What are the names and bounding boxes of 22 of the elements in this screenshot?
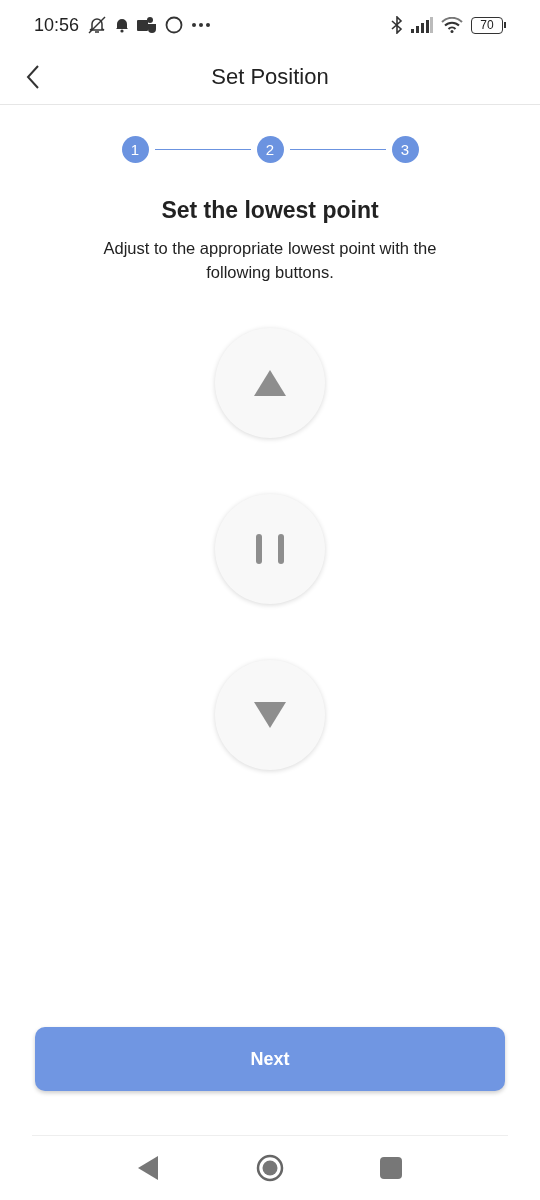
nav-recents-button[interactable] bbox=[380, 1157, 402, 1179]
step-heading: Set the lowest point bbox=[160, 197, 380, 224]
muted-bell-icon bbox=[87, 16, 108, 34]
bell-icon bbox=[115, 17, 130, 33]
page-title: Set Position bbox=[211, 64, 329, 90]
up-triangle-icon bbox=[254, 370, 286, 396]
circle-icon bbox=[165, 16, 184, 34]
wifi-icon bbox=[441, 17, 463, 33]
status-time: 10:56 bbox=[34, 14, 80, 36]
battery-indicator: 70 bbox=[471, 16, 506, 34]
next-button[interactable]: Next bbox=[35, 1027, 505, 1091]
bluetooth-icon bbox=[391, 16, 403, 34]
nav-home-button[interactable] bbox=[256, 1154, 284, 1182]
step-number: 1 bbox=[121, 136, 149, 163]
nav-back-button[interactable] bbox=[138, 1156, 160, 1180]
down-triangle-icon bbox=[254, 702, 286, 728]
pause-icon bbox=[254, 534, 286, 564]
step-number: 3 bbox=[391, 136, 419, 163]
signal-icon bbox=[411, 17, 433, 33]
step-number: 2 bbox=[256, 136, 284, 163]
step-description: Adjust to the appropriate lowest point with the following buttons. bbox=[102, 238, 438, 283]
more-icon bbox=[191, 22, 212, 28]
